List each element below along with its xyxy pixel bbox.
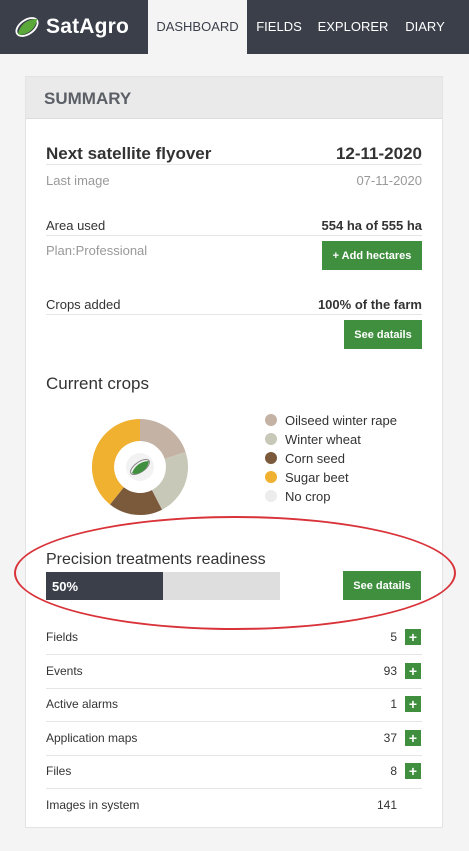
area-used-label: Area used bbox=[46, 218, 106, 233]
flyover-label: Next satellite flyover bbox=[46, 144, 212, 163]
summary-card: SUMMARY Next satellite flyover 12-11-202… bbox=[25, 76, 443, 828]
area-used-value: 554 ha of 555 ha bbox=[321, 218, 422, 233]
legend-label: Corn seed bbox=[285, 450, 345, 466]
divider bbox=[46, 788, 422, 789]
divider bbox=[46, 654, 422, 655]
plan-label: Plan:Professional bbox=[46, 243, 148, 258]
legend-item-sugar-beet: Sugar beet bbox=[265, 468, 349, 486]
legend-dot bbox=[265, 471, 277, 483]
last-image-date: 07-11-2020 bbox=[356, 173, 422, 188]
add-plus-button[interactable]: + bbox=[405, 730, 421, 746]
nav-dashboard[interactable]: DASHBOARD bbox=[148, 0, 247, 54]
crops-donut-chart bbox=[91, 418, 189, 516]
stat-label: Images in system bbox=[46, 798, 140, 812]
legend-item-no-crop: No crop bbox=[265, 487, 331, 505]
legend-dot bbox=[265, 452, 277, 464]
stat-value: 5 bbox=[390, 630, 397, 644]
crops-see-details-button[interactable]: See datails bbox=[344, 320, 422, 349]
leaf-logo-icon bbox=[15, 17, 39, 37]
legend-item-wheat: Winter wheat bbox=[265, 430, 361, 448]
legend-item-oilseed: Oilseed winter rape bbox=[265, 411, 397, 429]
divider bbox=[46, 235, 422, 236]
satagro-logo[interactable]: SatAgro bbox=[12, 10, 129, 44]
stat-label: Active alarms bbox=[46, 697, 119, 711]
nav-fields[interactable]: FIELDS bbox=[250, 0, 308, 54]
flyover-date: 12-11-2020 bbox=[335, 144, 422, 163]
legend-label: No crop bbox=[285, 488, 331, 504]
stat-value: 8 bbox=[390, 764, 397, 778]
divider bbox=[46, 688, 422, 689]
stat-label: Fields bbox=[46, 630, 79, 644]
stat-value: 93 bbox=[383, 664, 397, 678]
add-plus-button[interactable]: + bbox=[405, 696, 421, 712]
stat-label: Events bbox=[46, 664, 83, 678]
stat-label: Files bbox=[46, 764, 72, 778]
add-plus-button[interactable]: + bbox=[405, 663, 421, 679]
legend-item-corn: Corn seed bbox=[265, 449, 345, 467]
legend-label: Winter wheat bbox=[285, 431, 361, 447]
legend-dot bbox=[265, 490, 277, 502]
nav-explorer[interactable]: EXPLORER bbox=[314, 0, 392, 54]
crops-added-value: 100% of the farm bbox=[317, 297, 422, 312]
highlight-ellipse bbox=[14, 516, 456, 630]
legend-label: Sugar beet bbox=[285, 469, 349, 485]
legend-label: Oilseed winter rape bbox=[285, 412, 397, 428]
divider bbox=[46, 755, 422, 756]
divider bbox=[46, 314, 422, 315]
add-hectares-button[interactable]: + Add hectares bbox=[322, 241, 422, 270]
current-crops-label: Current crops bbox=[46, 374, 149, 393]
top-nav-bar: SatAgro DASHBOARD FIELDS EXPLORER DIARY bbox=[0, 0, 469, 54]
divider bbox=[46, 721, 422, 722]
legend-dot bbox=[265, 433, 277, 445]
nav-diary[interactable]: DIARY bbox=[398, 0, 452, 54]
stat-value: 37 bbox=[383, 731, 397, 745]
add-plus-button[interactable]: + bbox=[405, 763, 421, 779]
summary-header: SUMMARY bbox=[26, 77, 442, 119]
brand-name: SatAgro bbox=[46, 15, 130, 38]
stat-value: 1 bbox=[390, 697, 397, 711]
legend-dot bbox=[265, 414, 277, 426]
divider bbox=[46, 164, 422, 165]
add-plus-button[interactable]: + bbox=[405, 629, 421, 645]
stat-value: 141 bbox=[376, 798, 397, 812]
summary-title: SUMMARY bbox=[44, 89, 132, 108]
crops-added-label: Crops added bbox=[46, 297, 121, 312]
stat-label: Application maps bbox=[46, 731, 138, 745]
last-image-label: Last image bbox=[46, 173, 110, 188]
